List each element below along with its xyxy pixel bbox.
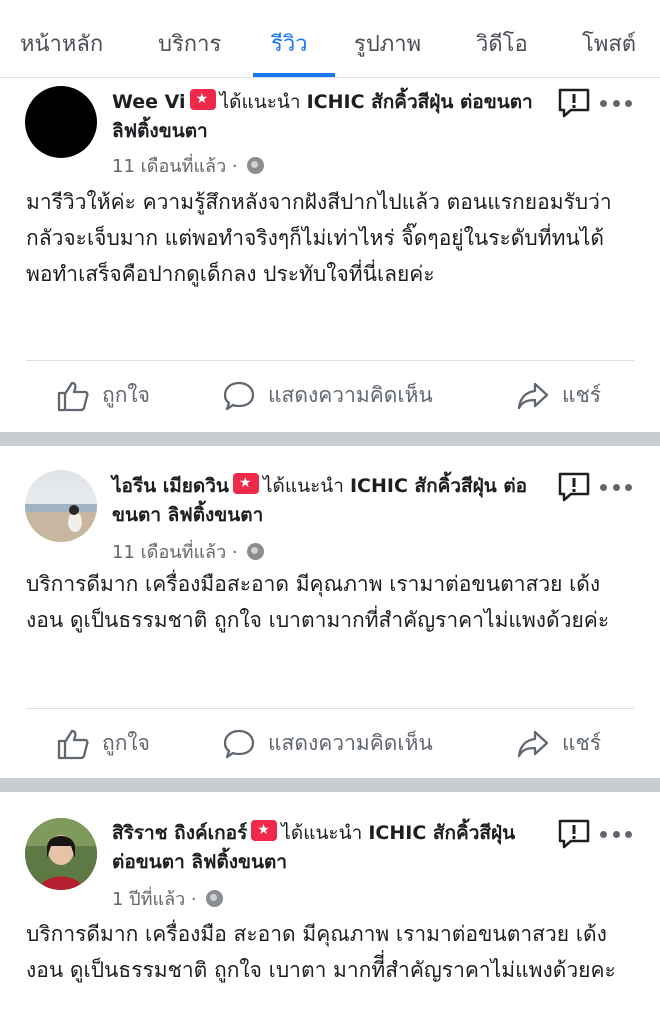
post-meta: 11 เดือนที่แล้ว · [112, 537, 265, 566]
post-header: สิริราช ถิงค์เกอร์ได้แนะนำ ICHIC สักคิ้ว… [112, 819, 542, 877]
message-icon[interactable] [557, 819, 591, 849]
post-header: ไอรีน เมียดวินได้แนะนำ ICHIC สักคิ้วสีฝุ… [112, 472, 542, 530]
review-post: สิริราช ถิงค์เกอร์ได้แนะนำ ICHIC สักคิ้ว… [0, 792, 660, 1024]
recommend-icon [232, 473, 259, 494]
post-time[interactable]: 1 ปีที่แล้ว · [112, 889, 202, 910]
comment-icon [223, 729, 255, 758]
share-label: แชร์ [562, 731, 602, 755]
globe-icon [247, 157, 265, 174]
tab-posts[interactable]: โพสต์ [582, 26, 636, 61]
post-time[interactable]: 11 เดือนที่แล้ว · [112, 156, 243, 177]
separator [26, 360, 634, 361]
comment-label: แสดงความคิดเห็น [268, 383, 433, 407]
author-name[interactable]: Wee Vi [112, 91, 186, 113]
tab-services[interactable]: บริการ [158, 26, 221, 61]
tab-videos[interactable]: วิดีโอ [476, 26, 528, 61]
like-button[interactable]: ถูกใจ [56, 727, 150, 760]
recommend-verb: ได้แนะนำ [262, 475, 344, 497]
comment-button[interactable]: แสดงความคิดเห็น [222, 727, 433, 760]
like-label: ถูกใจ [102, 731, 150, 755]
avatar[interactable] [25, 86, 97, 158]
share-button[interactable]: แชร์ [516, 727, 601, 760]
review-post: ไอรีน เมียดวินได้แนะนำ ICHIC สักคิ้วสีฝุ… [0, 446, 660, 777]
more-icon[interactable] [600, 829, 632, 839]
author-name[interactable]: สิริราช ถิงค์เกอร์ [112, 822, 247, 844]
share-icon [517, 730, 549, 757]
more-icon[interactable] [600, 98, 632, 108]
recommend-verb: ได้แนะนำ [219, 91, 301, 113]
comment-icon [223, 381, 255, 410]
tab-home[interactable]: หน้าหลัก [20, 26, 103, 61]
globe-icon [206, 890, 224, 907]
tab-bar: หน้าหลัก บริการ รีวิว รูปภาพ วิดีโอ โพสต… [0, 0, 660, 78]
post-meta: 11 เดือนที่แล้ว · [112, 151, 265, 180]
review-text: มารีวิวให้ค่ะ ความรู้สึกหลังจากฝังสีปากไ… [26, 190, 612, 286]
post-header: Wee Viได้แนะนำ ICHIC สักคิ้วสีฝุ่น ต่อขน… [112, 88, 542, 146]
message-icon[interactable] [557, 88, 591, 118]
tab-photos[interactable]: รูปภาพ [354, 26, 421, 61]
post-time[interactable]: 11 เดือนที่แล้ว · [112, 542, 243, 563]
review-text: บริการดีมาก เครื่องมือ สะอาด มีคุณภาพ เร… [26, 922, 616, 982]
avatar[interactable] [25, 470, 97, 542]
like-label: ถูกใจ [102, 383, 150, 407]
separator [26, 708, 634, 709]
author-name[interactable]: ไอรีน เมียดวิน [112, 475, 229, 497]
comment-label: แสดงความคิดเห็น [268, 731, 433, 755]
thumbs-up-icon [57, 381, 89, 411]
recommend-verb: ได้แนะนำ [281, 822, 363, 844]
avatar[interactable] [25, 818, 97, 890]
thumbs-up-icon [57, 729, 89, 759]
recommend-icon [189, 89, 216, 110]
globe-icon [247, 543, 265, 560]
more-icon[interactable] [600, 482, 632, 492]
review-post: Wee Viได้แนะนำ ICHIC สักคิ้วสีฝุ่น ต่อขน… [0, 79, 660, 431]
recommend-icon [251, 820, 278, 841]
post-meta: 1 ปีที่แล้ว · [112, 884, 224, 913]
post-divider [0, 432, 660, 446]
message-icon[interactable] [557, 472, 591, 502]
share-icon [517, 382, 549, 409]
post-divider [0, 778, 660, 792]
share-label: แชร์ [562, 383, 602, 407]
share-button[interactable]: แชร์ [516, 379, 601, 412]
comment-button[interactable]: แสดงความคิดเห็น [222, 379, 433, 412]
like-button[interactable]: ถูกใจ [56, 379, 150, 412]
active-tab-indicator [253, 73, 335, 77]
review-text: บริการดีมาก เครื่องมือสะอาด มีคุณภาพ เรา… [26, 572, 610, 632]
tab-reviews[interactable]: รีวิว [271, 26, 308, 61]
